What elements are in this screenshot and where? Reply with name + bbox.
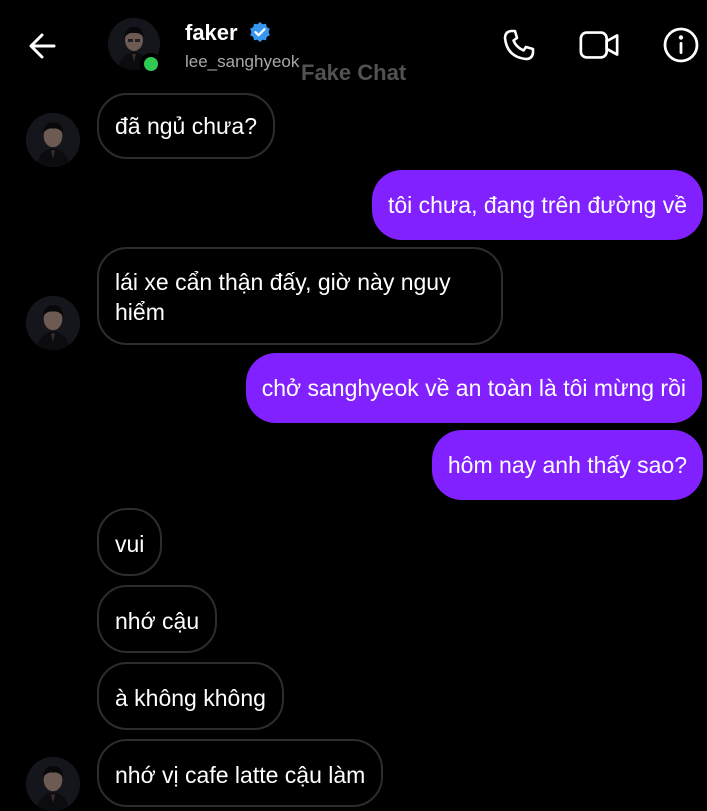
back-button[interactable] [24,28,60,64]
online-status-indicator [140,53,162,75]
watermark: Fake Chat [301,60,407,85]
video-camera-icon [579,31,619,59]
info-button[interactable] [660,24,702,66]
incoming-message[interactable]: đã ngủ chưa? [97,93,276,159]
contact-handle: lee_sanghyeok [185,52,300,71]
outgoing-message[interactable]: chở sanghyeok về an toàn là tôi mừng rồi [245,353,702,423]
outgoing-message[interactable]: tôi chưa, đang trên đường về [371,170,703,240]
message-avatar[interactable] [26,113,80,167]
incoming-message[interactable]: nhớ vị cafe latte cậu làm [97,739,384,807]
message-avatar[interactable] [26,296,80,350]
phone-icon [503,29,535,61]
message-avatar[interactable] [26,757,80,811]
incoming-message[interactable]: vui [97,508,163,576]
verified-badge-icon [250,22,270,42]
video-call-button[interactable] [578,24,620,66]
incoming-message[interactable]: lái xe cẩn thận đấy, giờ này nguy hiểm [97,247,503,345]
incoming-message[interactable]: à không không [97,662,284,730]
outgoing-message[interactable]: hôm nay anh thấy sao? [431,430,703,500]
chat-header: faker lee_sanghyeok Fake Chat [0,0,707,90]
arrow-left-icon [29,33,56,59]
contact-name[interactable]: faker [185,20,238,46]
incoming-message[interactable]: nhớ cậu [97,585,218,653]
voice-call-button[interactable] [498,24,540,66]
info-icon [663,27,699,63]
